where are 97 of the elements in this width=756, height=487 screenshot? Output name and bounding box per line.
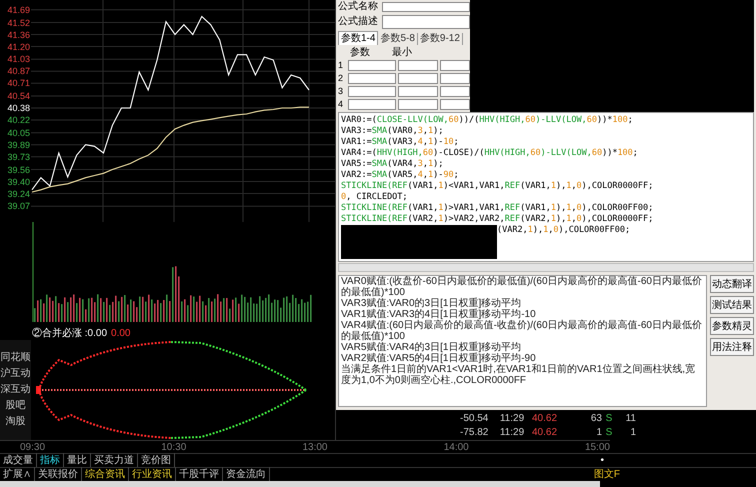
dialog-button[interactable]: 用法注释 <box>710 338 754 356</box>
column-header: 最小 <box>392 48 412 58</box>
time-label: 14:00 <box>444 440 469 454</box>
code-line: VAR5:=SMA(VAR4,3,1); <box>341 159 444 170</box>
minimum-field[interactable] <box>398 86 438 97</box>
price-tick-label: 40.05 <box>7 128 30 138</box>
chart-tab[interactable]: 量比 <box>64 453 91 468</box>
price-tick-label: 40.87 <box>7 66 30 76</box>
code-line: VAR0:=(CLOSE-LLV(LOW,60))/(HHV(HIGH,60)-LLV(LOW,60))*100; <box>341 115 634 126</box>
side-link[interactable]: 沪互动 <box>0 368 31 380</box>
side-link[interactable]: 同花顺 <box>0 352 31 364</box>
trade-count: 11 <box>624 412 636 426</box>
side-link[interactable]: 股吧 <box>0 400 31 412</box>
minimum-field[interactable] <box>398 73 438 84</box>
price-tick-label: 41.03 <box>7 54 30 64</box>
code-line: VAR4:=(HHV(HIGH,60)-CLOSE)/(HHV(HIGH,60)-LLV(LOW,60))*100; <box>341 148 639 159</box>
maximum-field[interactable] <box>440 60 470 71</box>
minimum-field[interactable] <box>398 99 438 110</box>
minimum-field[interactable] <box>398 60 438 71</box>
price-tick-label: 41.69 <box>7 4 30 15</box>
dialog-button[interactable]: 测试结果 <box>710 296 754 314</box>
change-value: -75.82 <box>460 426 490 440</box>
price-tick-label: 41.52 <box>7 18 30 28</box>
column-header: 参数 <box>350 48 370 58</box>
trade-price: 40.62 <box>532 412 558 426</box>
price-tick-label: 39.24 <box>7 188 30 198</box>
trade-volume: 1 <box>595 426 602 440</box>
translation-line: VAR4赋值:(60日内最高价的最高值-收盘价)/(60日内最高价的最高值-60日内最低价的最低值)*100 <box>341 320 703 342</box>
price-tick-label: 41.20 <box>7 42 30 52</box>
dot-mark: • <box>600 454 604 468</box>
parameter-field[interactable] <box>348 73 396 84</box>
row-number: 1 <box>338 61 344 70</box>
price-tick-label: 40.71 <box>7 78 30 88</box>
chart-tab[interactable]: 指标 <box>37 453 64 468</box>
maximum-field[interactable] <box>440 86 470 97</box>
code-editor[interactable] <box>338 112 754 262</box>
price-tick-label: 40.22 <box>7 115 30 125</box>
side-link[interactable]: 淘股 <box>0 416 31 428</box>
parameter-field[interactable] <box>348 86 396 97</box>
trade-side: S <box>604 412 614 426</box>
dialog-button[interactable]: 动态翻译 <box>710 275 754 293</box>
indicator-label: ②合并必涨 :0.00 <box>32 329 108 339</box>
code-line: VAR2:=SMA(VAR5,4,1)-90; <box>341 170 460 181</box>
time-label: 13:00 <box>302 440 328 454</box>
parameter-field[interactable] <box>348 99 396 110</box>
chart-tab[interactable]: 竞价图 <box>138 453 175 468</box>
horizontal-scrollbar[interactable] <box>338 263 754 272</box>
parameter-field[interactable] <box>348 60 396 71</box>
trade-time: 11:29 <box>498 412 526 426</box>
formula-name-field[interactable] <box>382 2 470 12</box>
price-tick-label: 40.38 <box>7 103 30 113</box>
code-line: STICKLINE(REF(VAR1,1)<VAR1,VAR1,REF(VAR1,1),1,0),COLOR0000FF; <box>341 181 654 192</box>
code-line: STICKLINE(REF(VAR1,1)>VAR1,VAR1,REF(VAR1,1),1,0),COLOR00FF00; <box>341 203 654 214</box>
side-tab[interactable]: 图文F <box>594 467 620 482</box>
price-tick-label: 40.54 <box>7 91 30 101</box>
trade-side: S <box>604 426 614 440</box>
time-label: 15:00 <box>584 440 610 454</box>
price-tick-label: 39.40 <box>7 176 30 186</box>
parameter-tab[interactable]: 参数5-8 <box>378 33 418 45</box>
code-line: VAR1:=SMA(VAR3,4,1)-10; <box>341 137 460 148</box>
code-line: (VAR2,1),1,0),COLOR00FF00; <box>497 225 630 236</box>
indicator-value: 0.00 <box>111 329 130 339</box>
price-tick-label: 39.73 <box>7 152 30 162</box>
parameter-tab[interactable]: 参数1-4 <box>338 31 378 45</box>
translation-line: VAR0赋值:(收盘价-60日内最低价的最低值)/(60日内最高价的最高值-60日内最低价的最低值)*100 <box>341 276 703 298</box>
trade-count: 1 <box>629 426 636 440</box>
side-link[interactable]: 深互动 <box>0 384 31 396</box>
translation-line: VAR1赋值:VAR3的4日[1日权重]移动平均-10 <box>341 309 537 320</box>
code-line: STICKLINE(REF(VAR2,1)>VAR2,VAR2,REF(VAR2,1),1,0),COLOR0000FF; <box>341 214 654 225</box>
row-number: 3 <box>338 87 344 96</box>
time-label: 10:30 <box>161 440 186 454</box>
translation-line: VAR2赋值:VAR5的4日[1日权重]移动平均-90 <box>341 353 536 364</box>
translation-line: 当满足条件1日前的VAR1<VAR1时,在VAR1和1日前的VAR1位置之间画柱状线,宽度为1,0不为0则画空心柱.,COLOR0000FF <box>341 364 696 386</box>
row-number: 2 <box>338 74 344 83</box>
chart-tab[interactable]: 买卖力道 <box>91 453 138 468</box>
code-line: 0, CIRCLEDOT; <box>341 192 409 203</box>
maximum-field[interactable] <box>440 99 470 110</box>
trade-volume: 63 <box>590 412 602 426</box>
field-label: 公式描述 <box>338 16 378 26</box>
row-number: 4 <box>338 100 344 109</box>
translation-line: VAR5赋值:VAR4的3日[1日权重]移动平均 <box>341 342 522 353</box>
translation-line: VAR3赋值:VAR0的3日[1日权重]移动平均 <box>341 298 522 309</box>
formula-description-field[interactable] <box>382 14 470 28</box>
price-tick-label: 39.56 <box>7 164 30 174</box>
time-label: 09:30 <box>20 440 46 454</box>
trade-price: 40.62 <box>532 426 558 440</box>
field-label: 公式名称 <box>338 2 378 12</box>
trade-time: 11:29 <box>498 426 526 440</box>
parameter-tab[interactable]: 参数9-12 <box>418 33 463 45</box>
price-tick-label: 39.89 <box>7 140 30 150</box>
maximum-field[interactable] <box>440 73 470 84</box>
dialog-button[interactable]: 参数精灵 <box>710 317 754 335</box>
price-tick-label: 41.36 <box>7 30 30 40</box>
chart-tab[interactable]: 成交量 <box>0 453 37 468</box>
code-line: VAR3:=SMA(VAR0,3,1); <box>341 126 444 137</box>
price-tick-label: 39.07 <box>7 201 30 212</box>
change-value: -50.54 <box>460 412 490 426</box>
